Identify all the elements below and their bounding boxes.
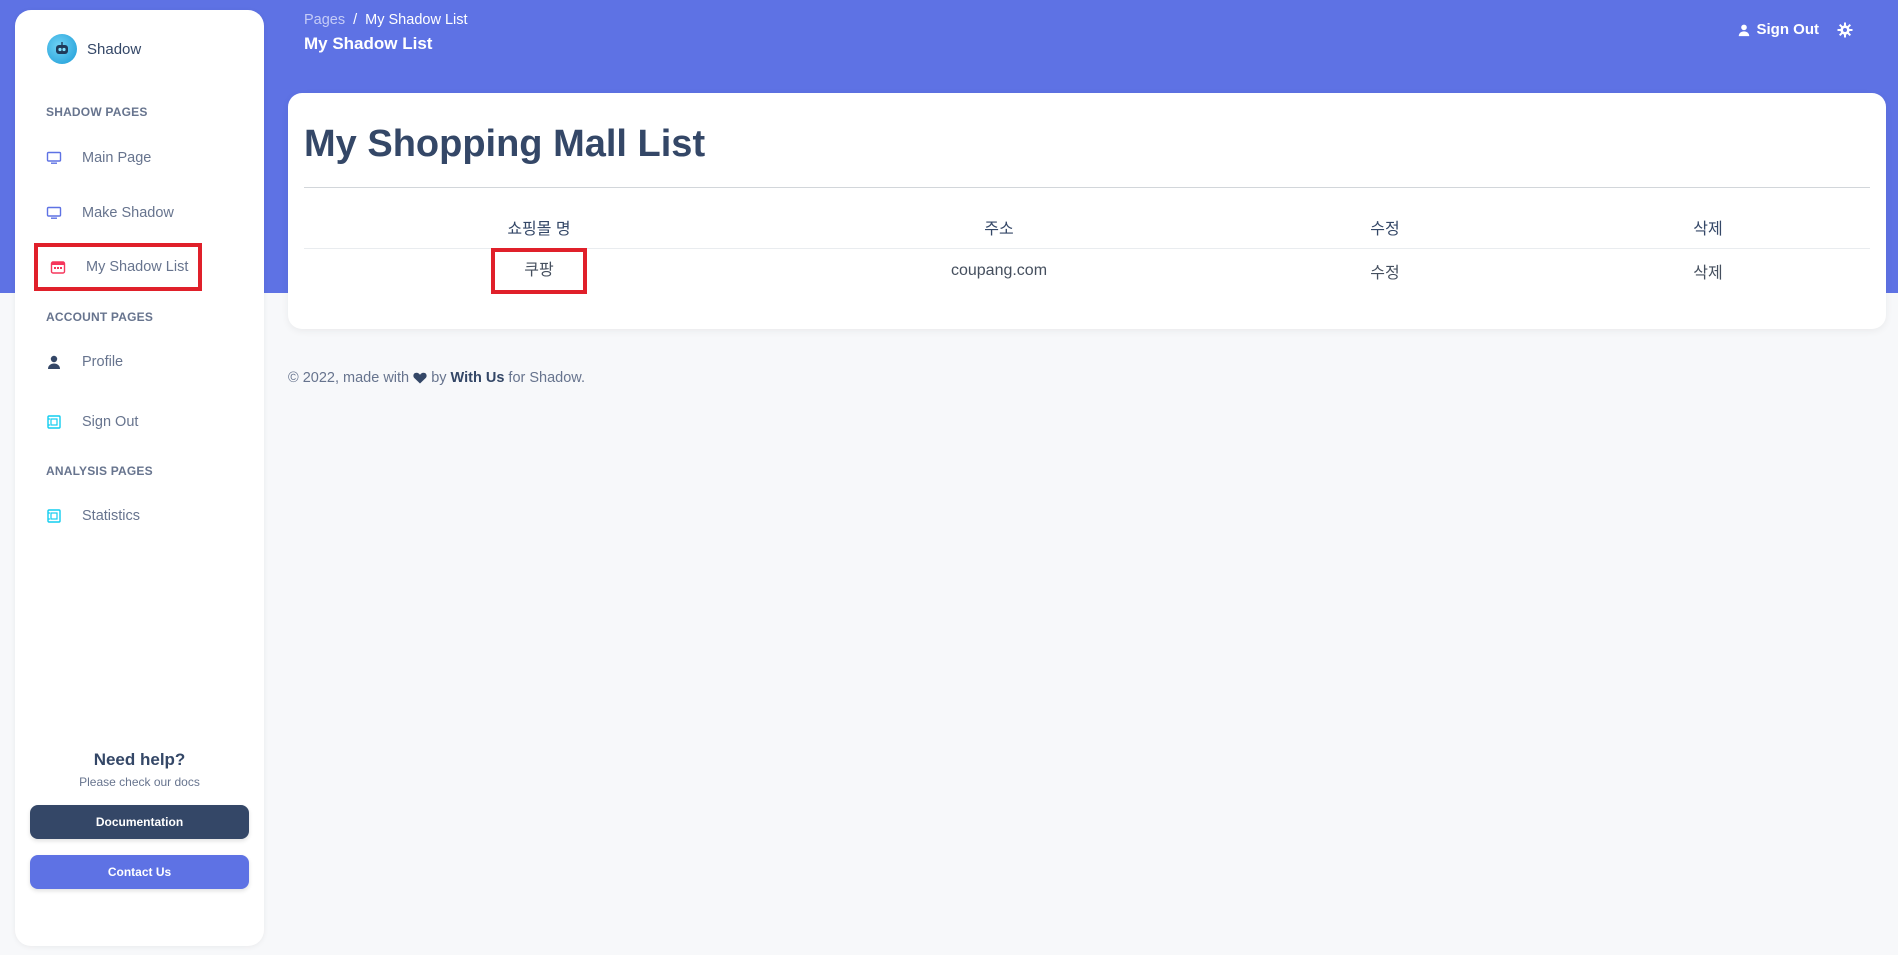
footer-by: by — [431, 370, 447, 386]
footer-suffix: for Shadow. — [508, 370, 585, 386]
calendar-icon — [50, 259, 66, 275]
help-subtitle: Please check our docs — [79, 775, 200, 789]
sidebar-item-statistics[interactable]: Statistics — [46, 504, 140, 528]
monitor-icon — [46, 150, 62, 166]
delete-button[interactable]: 삭제 — [1546, 259, 1870, 283]
gear-icon[interactable] — [1837, 22, 1853, 38]
shopping-mall-card: My Shopping Mall List 쇼핑몰 명 주소 수정 삭제 쿠팡 … — [288, 93, 1886, 329]
column-header-edit: 수정 — [1370, 220, 1400, 238]
header-actions: Sign Out — [1737, 21, 1854, 38]
breadcrumb-current: My Shadow List — [365, 12, 468, 28]
sidebar-item-label: My Shadow List — [86, 259, 189, 275]
documentation-button[interactable]: Documentation — [30, 805, 249, 839]
column-header-delete: 삭제 — [1693, 220, 1723, 238]
column-header-name: 쇼핑몰 명 — [507, 220, 571, 238]
document-icon — [46, 508, 62, 524]
header-sign-out-button[interactable]: Sign Out — [1737, 21, 1820, 38]
user-icon — [1738, 24, 1749, 36]
mall-name[interactable]: 쿠팡 — [491, 248, 587, 294]
sidebar-item-sign-out[interactable]: Sign Out — [46, 410, 138, 434]
column-header-address: 주소 — [984, 220, 1014, 238]
user-icon — [46, 354, 62, 370]
brand[interactable]: Shadow — [47, 34, 141, 64]
footer: © 2022, made with by With Us for Shadow. — [288, 370, 585, 386]
table-header-row: 쇼핑몰 명 주소 수정 삭제 — [304, 205, 1870, 249]
sidebar-item-my-shadow-list[interactable]: My Shadow List — [34, 243, 202, 291]
sidebar-item-label: Statistics — [82, 508, 141, 524]
sign-out-label: Sign Out — [1756, 21, 1820, 38]
sidebar-item-label: Make Shadow — [82, 205, 174, 221]
divider — [304, 187, 1870, 188]
row-name-cell: 쿠팡 — [304, 248, 774, 294]
robot-icon — [47, 34, 77, 64]
section-title-shadow-pages: SHADOW PAGES — [46, 105, 148, 119]
help-title: Need help? — [93, 750, 186, 769]
monitor-icon — [46, 205, 62, 221]
section-title-analysis-pages: ANALYSIS PAGES — [46, 464, 153, 478]
edit-button[interactable]: 수정 — [1224, 259, 1546, 283]
sidebar-item-label: Sign Out — [82, 414, 139, 430]
sidebar: Shadow SHADOW PAGES Main Page Make Shado… — [15, 10, 264, 946]
sidebar-item-label: Profile — [82, 354, 124, 370]
sidebar-item-make-shadow[interactable]: Make Shadow — [46, 201, 174, 225]
contact-us-button[interactable]: Contact Us — [30, 855, 249, 889]
document-icon — [46, 414, 62, 430]
breadcrumb-root[interactable]: Pages — [304, 12, 345, 28]
footer-prefix: © 2022, made with — [288, 370, 410, 386]
heart-icon — [413, 372, 427, 384]
breadcrumb: Pages / My Shadow List — [304, 12, 468, 28]
footer-with-us-link[interactable]: With Us — [451, 370, 505, 386]
page-title: My Shadow List — [304, 34, 433, 53]
brand-name: Shadow — [87, 40, 142, 58]
sidebar-item-profile[interactable]: Profile — [46, 350, 123, 374]
section-title-account-pages: ACCOUNT PAGES — [46, 310, 154, 324]
card-title: My Shopping Mall List — [304, 123, 706, 165]
breadcrumb-separator: / — [353, 12, 358, 28]
sidebar-item-label: Main Page — [82, 150, 152, 166]
sidebar-item-main-page[interactable]: Main Page — [46, 146, 151, 170]
shopping-mall-table: 쇼핑몰 명 주소 수정 삭제 쿠팡 coupang.com 수정 삭제 — [304, 205, 1870, 294]
row-address: coupang.com — [950, 262, 1048, 279]
table-row: 쿠팡 coupang.com 수정 삭제 — [304, 248, 1870, 294]
